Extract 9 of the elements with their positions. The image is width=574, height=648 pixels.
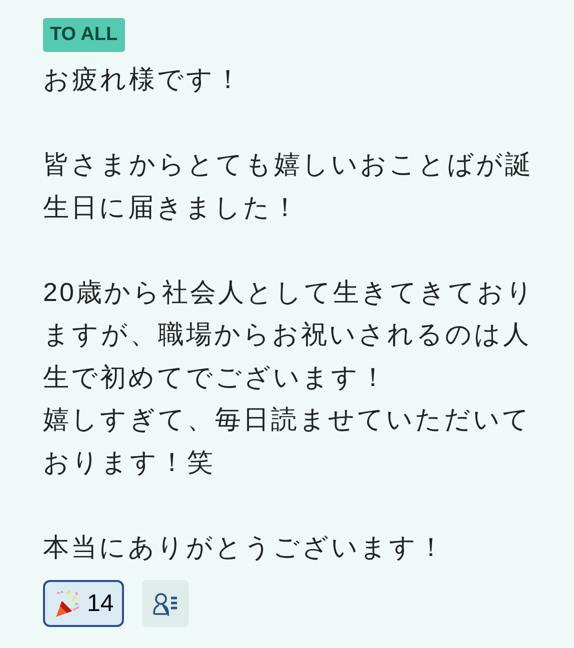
reactions-list-button[interactable] [142, 580, 189, 627]
message-text: 20歳から社会人として生きてきておりますが、職場からお祝いされるのは人生で初めてでございます！ [43, 276, 535, 394]
audience-badge: TO ALL [43, 18, 125, 52]
reaction-button[interactable]: 14 [43, 580, 124, 627]
message-text: 本当にありがとうございます！ [43, 530, 447, 564]
message-text: 嬉しすぎて、毎日読ませていただいております！笑 [43, 403, 532, 478]
user-list-icon [152, 592, 178, 616]
message-text: お疲れ様です！ [43, 63, 244, 96]
message-text: 皆さまからとても嬉しいおことばが誕生日に届きました！ [43, 148, 534, 224]
